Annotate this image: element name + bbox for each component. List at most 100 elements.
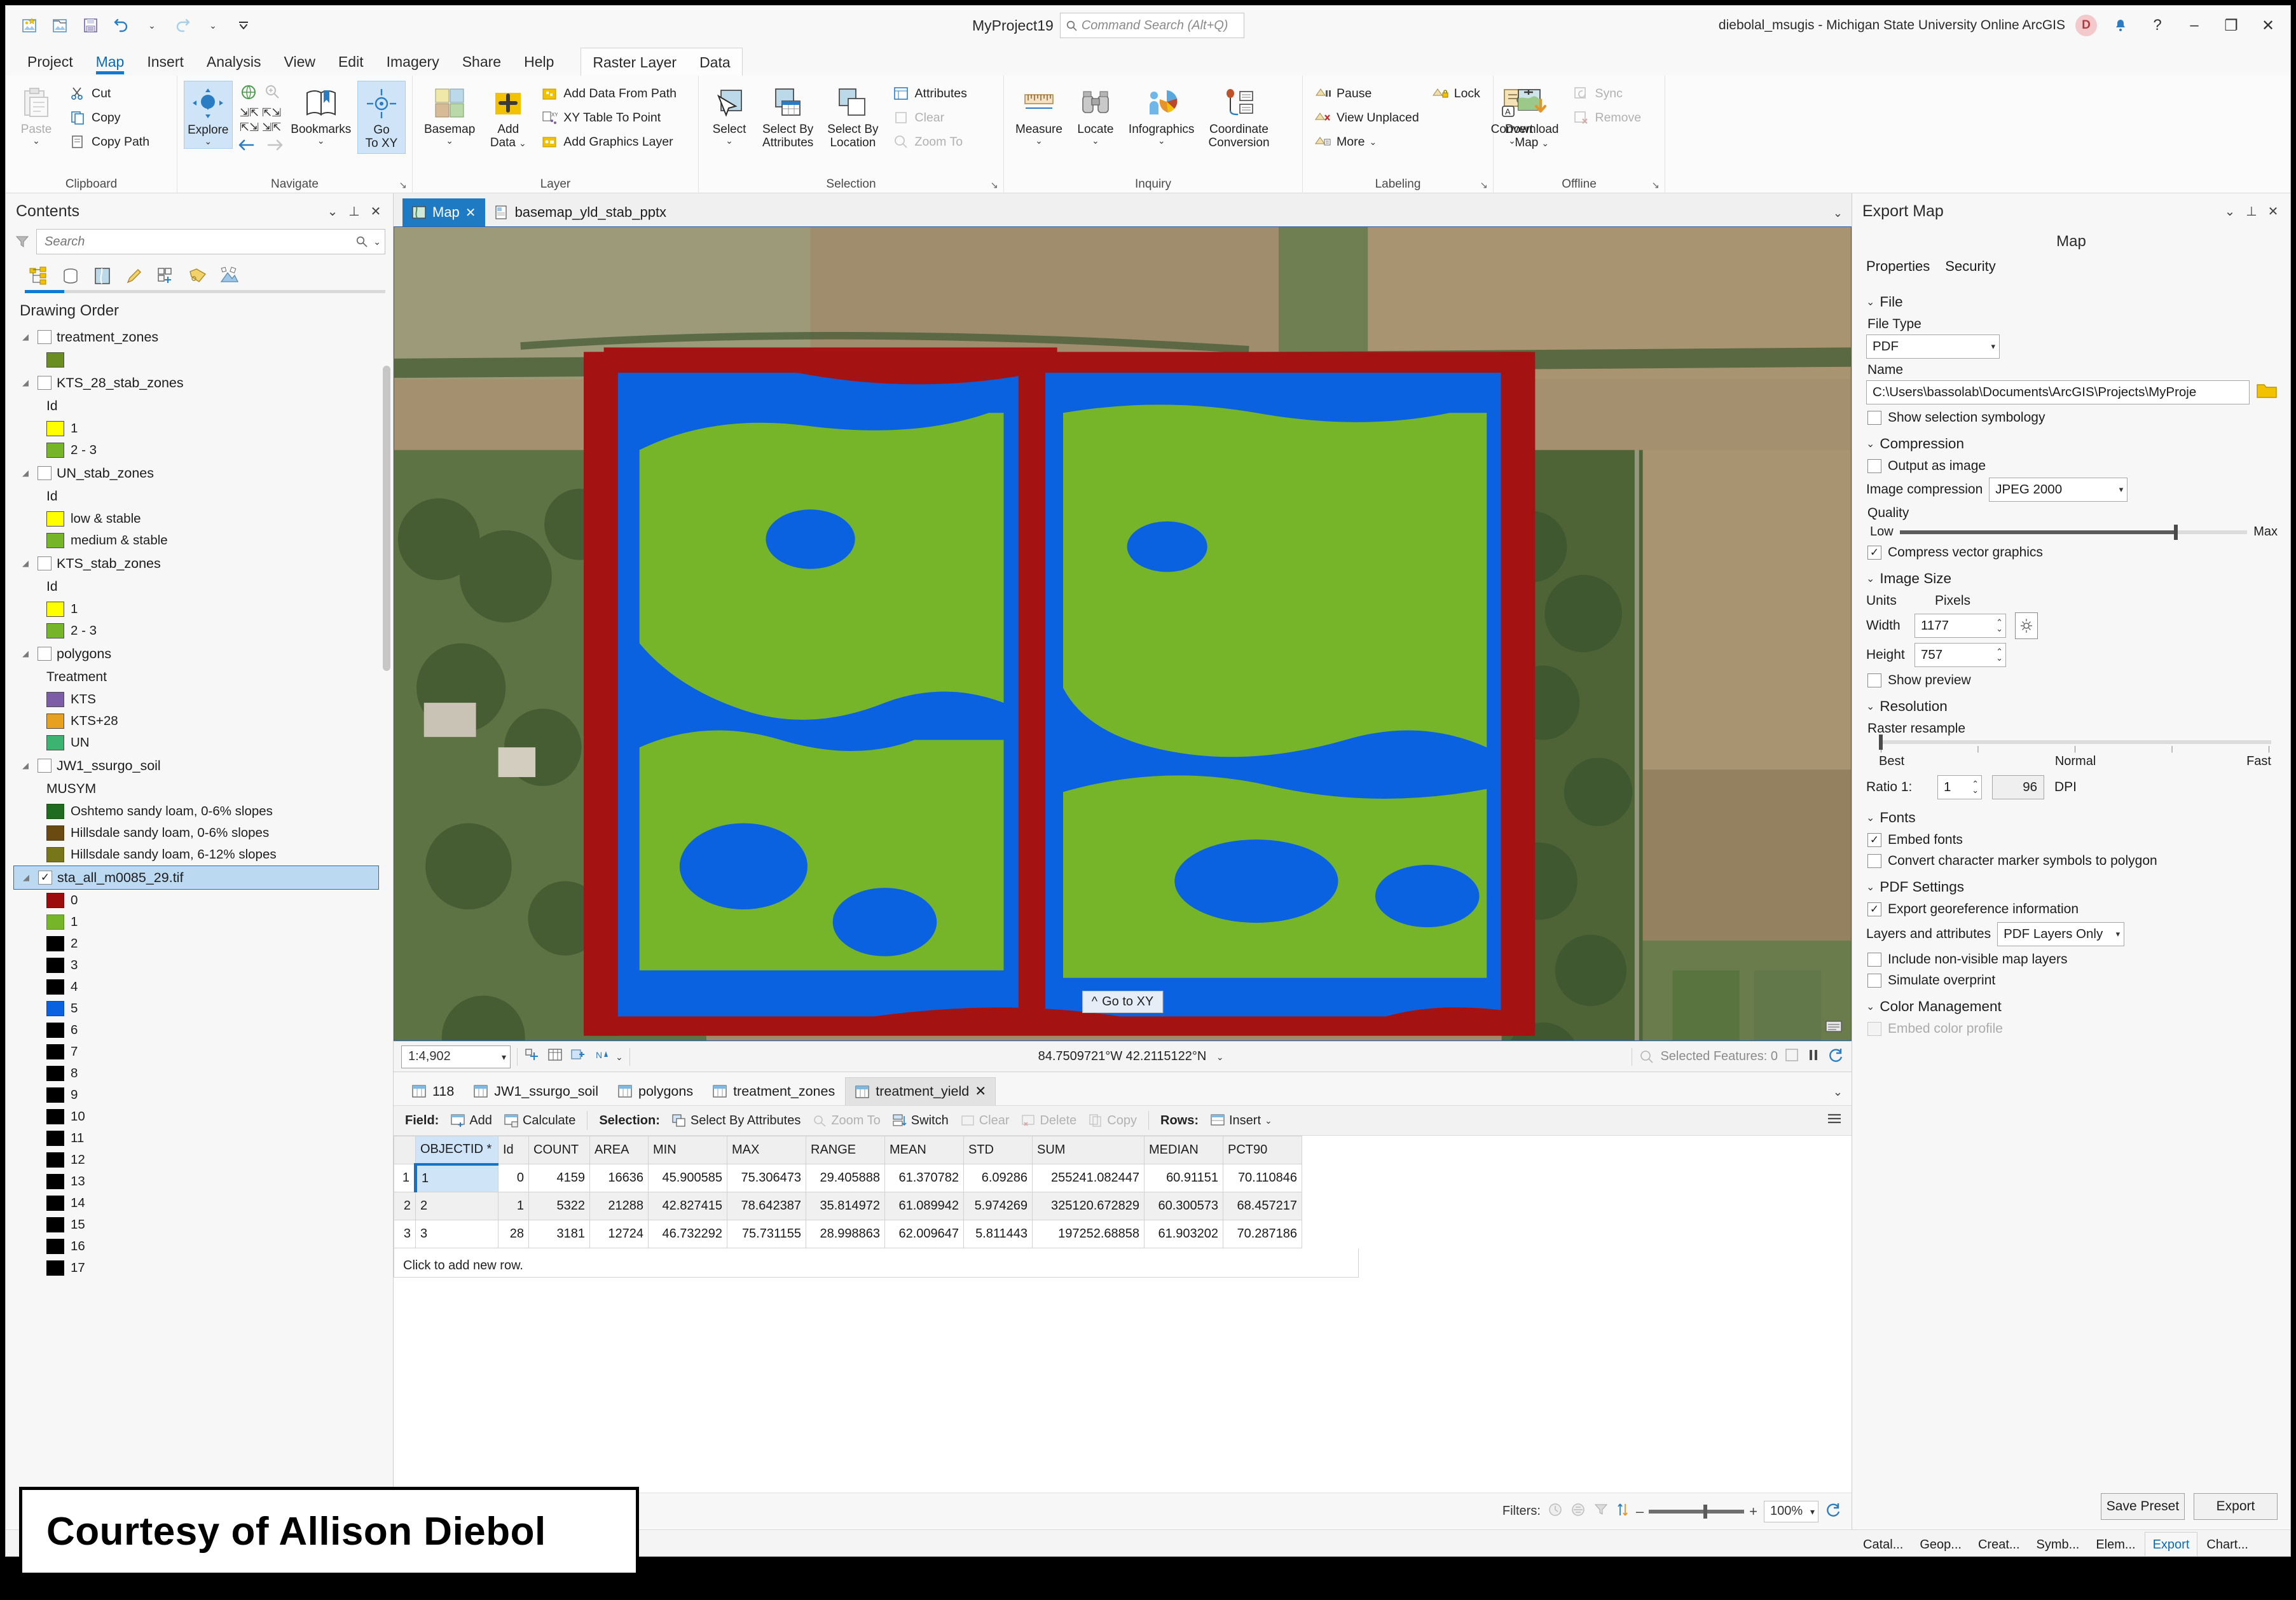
footer-tab-elements[interactable]: Elem... <box>2088 1532 2143 1557</box>
chevron-down-icon[interactable]: ⌄ <box>1866 881 1874 893</box>
redo-icon[interactable] <box>168 11 196 39</box>
contents-search-field[interactable] <box>43 234 355 250</box>
view-tab-map[interactable]: Map ✕ <box>402 198 485 226</box>
chevron-down-icon[interactable]: ⌄ <box>1265 1116 1272 1125</box>
chevron-down-icon[interactable]: ⌄ <box>1092 136 1099 145</box>
copy-path-button[interactable]: Copy Path <box>64 130 153 153</box>
go-to-xy-overlay[interactable]: ^ Go to XY <box>1082 991 1164 1013</box>
filter-funnel-icon[interactable] <box>13 233 31 251</box>
contents-pin-icon[interactable]: ⊥ <box>343 200 365 222</box>
measure-button[interactable]: Measure ⌄ <box>1010 81 1068 148</box>
column-header-mean[interactable]: MEAN <box>885 1136 964 1164</box>
expand-triangle-icon[interactable]: ◢ <box>22 761 32 771</box>
list-by-diagram-icon[interactable] <box>216 263 244 289</box>
folder-icon[interactable] <box>2256 381 2278 404</box>
command-search-box[interactable]: Command Search (Alt+Q) <box>1060 13 1244 38</box>
column-header-sum[interactable]: SUM <box>1033 1136 1145 1164</box>
attribution-icon[interactable] <box>1823 1017 1845 1035</box>
zoom-out-icon[interactable]: – <box>1636 1503 1644 1520</box>
customize-qat-icon[interactable] <box>230 11 258 39</box>
expand-triangle-icon[interactable]: ◢ <box>22 649 32 659</box>
show-selection-symbology-checkbox[interactable]: Show selection symbology <box>1867 410 2278 425</box>
add-graphics-layer-button[interactable]: Add Graphics Layer <box>536 130 680 153</box>
help-icon[interactable]: ? <box>2144 12 2171 39</box>
chevron-down-icon[interactable]: ⌄ <box>725 136 733 145</box>
footer-tab-geoprocessing[interactable]: Geop... <box>1912 1532 1969 1557</box>
column-header-objectid[interactable]: OBJECTID * <box>416 1136 498 1164</box>
restore-button[interactable]: ❐ <box>2218 12 2244 39</box>
column-header-max[interactable]: MAX <box>727 1136 806 1164</box>
paste-button[interactable]: Paste ⌄ <box>12 81 60 148</box>
chevron-down-icon[interactable]: ⌄ <box>1541 139 1549 148</box>
layer-kts-stab-zones[interactable]: ◢ KTS_stab_zones <box>13 551 393 576</box>
output-name-input[interactable]: C:\Users\bassolab\Documents\ArcGIS\Proje… <box>1866 380 2250 404</box>
output-as-image-checkbox[interactable]: Output as image <box>1867 459 2278 474</box>
view-tab-layout[interactable]: basemap_yld_stab_pptx <box>485 198 676 226</box>
sync-button[interactable]: Sync <box>1568 82 1646 105</box>
section-fonts[interactable]: ⌄ Fonts <box>1866 810 2278 826</box>
redo-dropdown-icon[interactable]: ⌄ <box>199 11 227 39</box>
quality-slider-track[interactable] <box>1900 530 2248 534</box>
raster-resample-track[interactable] <box>1879 740 2271 744</box>
dialog-launcher-icon[interactable]: ↘ <box>1480 179 1488 191</box>
chevron-down-icon[interactable]: ⌄ <box>615 1052 623 1061</box>
dialog-launcher-icon[interactable]: ↘ <box>990 179 998 191</box>
spinner-arrows-icon[interactable]: ⌃⌄ <box>1996 619 2003 633</box>
close-button[interactable]: ✕ <box>2255 12 2281 39</box>
export-button[interactable]: Export <box>2194 1493 2278 1520</box>
chevron-down-icon[interactable]: ⌄ <box>519 139 526 148</box>
chevron-down-icon[interactable]: ⌄ <box>1035 136 1043 145</box>
minimize-button[interactable]: – <box>2181 12 2208 39</box>
expand-triangle-icon[interactable]: ◢ <box>23 872 33 883</box>
full-extent-icon[interactable] <box>240 83 258 105</box>
chevron-down-icon[interactable]: ⌄ <box>1866 572 1874 585</box>
column-header-median[interactable]: MEDIAN <box>1145 1136 1223 1164</box>
expand-triangle-icon[interactable]: ◢ <box>22 332 32 342</box>
basemap-button[interactable]: Basemap ⌄ <box>419 81 480 148</box>
column-header-range[interactable]: RANGE <box>806 1136 885 1164</box>
layer-visibility-checkbox[interactable] <box>38 376 52 390</box>
clear-selection-button[interactable]: Clear <box>888 106 971 129</box>
hamburger-menu-icon[interactable] <box>1825 1111 1844 1130</box>
contents-menu-icon[interactable]: ⌄ <box>322 200 343 222</box>
export-menu-icon[interactable]: ⌄ <box>2219 200 2241 222</box>
chevron-down-icon[interactable]: ⌄ <box>1158 136 1165 145</box>
layer-kts-28-stab-zones[interactable]: ◢ KTS_28_stab_zones <box>13 371 393 395</box>
column-header-area[interactable]: AREA <box>590 1136 649 1164</box>
table-tab-jw1-ssurgo-soil[interactable]: JW1_ssurgo_soil <box>464 1077 607 1105</box>
pause-labeling-button[interactable]: Pause <box>1309 82 1423 105</box>
table-tab-polygons[interactable]: polygons <box>608 1077 702 1105</box>
list-by-snapping-icon[interactable] <box>152 263 180 289</box>
list-by-editing-icon[interactable] <box>120 263 148 289</box>
xy-table-to-point-button[interactable]: XY XY Table To Point <box>536 106 680 129</box>
section-compression[interactable]: ⌄ Compression <box>1866 436 2278 452</box>
column-header-id[interactable]: Id <box>498 1136 529 1164</box>
sort-icon[interactable] <box>1616 1501 1630 1522</box>
ribbon-tab-insert[interactable]: Insert <box>135 48 195 76</box>
remove-offline-button[interactable]: Remove <box>1568 106 1646 129</box>
export-pin-icon[interactable]: ⊥ <box>2241 200 2262 222</box>
section-resolution[interactable]: ⌄ Resolution <box>1866 698 2278 715</box>
bookmarks-button[interactable]: Bookmarks ⌄ <box>289 81 354 148</box>
layer-jw1-ssurgo-soil[interactable]: ◢ JW1_ssurgo_soil <box>13 754 393 778</box>
zoom-corner-tools-2[interactable]: ⇱⇲ ⇲⇱ <box>240 121 281 134</box>
lock-labels-button[interactable]: Lock <box>1427 82 1484 105</box>
ribbon-tab-help[interactable]: Help <box>512 48 565 76</box>
chevron-down-icon[interactable]: ⌄ <box>1866 700 1874 713</box>
select-by-attributes-table-button[interactable]: Select By Attributes <box>668 1112 804 1129</box>
open-project-icon[interactable] <box>46 11 74 39</box>
save-preset-button[interactable]: Save Preset <box>2101 1493 2185 1520</box>
tab-properties[interactable]: Properties <box>1866 258 1930 275</box>
column-header-min[interactable]: MIN <box>649 1136 727 1164</box>
view-unplaced-button[interactable]: View Unplaced <box>1309 106 1423 129</box>
expand-triangle-icon[interactable]: ◢ <box>22 378 32 388</box>
column-header-std[interactable]: STD <box>964 1136 1033 1164</box>
chevron-down-icon[interactable]: ⌄ <box>446 136 453 145</box>
select-by-location-button[interactable]: Select By Location <box>822 81 883 153</box>
raster-resample-slider[interactable]: ||||| Best Normal Fast <box>1879 740 2271 769</box>
table-zoom-value[interactable]: 100% ▾ <box>1764 1501 1818 1522</box>
select-button[interactable]: Select ⌄ <box>705 81 753 148</box>
view-tabs-overflow-chevron-icon[interactable]: ⌄ <box>1833 207 1843 220</box>
add-data-button[interactable]: Add Data⌄ <box>484 81 532 153</box>
chevron-down-icon[interactable]: ⌄ <box>1866 438 1874 450</box>
